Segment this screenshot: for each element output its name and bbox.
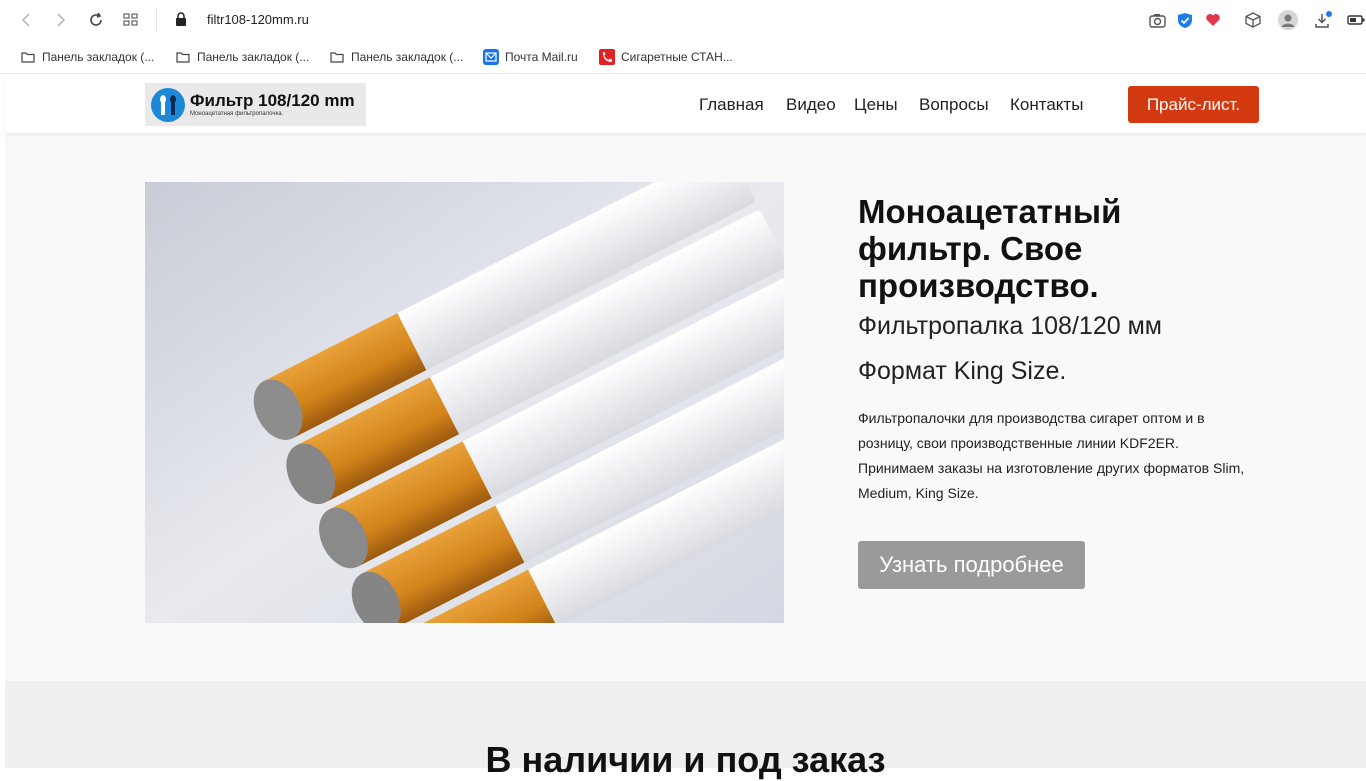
web-page: Фильтр 108/120 mm Моноацетатная фильтроп… xyxy=(5,75,1366,780)
logo-title: Фильтр 108/120 mm xyxy=(190,90,355,110)
back-icon[interactable] xyxy=(15,9,37,31)
nav-questions[interactable]: Вопросы xyxy=(919,95,989,115)
shield-icon[interactable] xyxy=(1175,10,1195,30)
heart-icon[interactable] xyxy=(1203,10,1223,30)
nav-contacts[interactable]: Контакты xyxy=(1010,95,1083,115)
nav-home[interactable]: Главная xyxy=(699,95,764,115)
downloads-icon[interactable] xyxy=(1313,10,1333,30)
site-logo[interactable]: Фильтр 108/120 mm Моноацетатная фильтроп… xyxy=(145,83,366,126)
tabs-grid-icon[interactable] xyxy=(120,9,142,31)
bookmark-folder-3[interactable]: Панель закладок (... xyxy=(329,49,463,65)
address-separator xyxy=(156,8,157,32)
hero-image-cigarettes xyxy=(145,182,784,623)
bookmark-label: Панель закладок (... xyxy=(197,50,310,64)
hero-subtitle-1: Фильтропалка 108/120 мм xyxy=(858,312,1162,340)
wrench-icon xyxy=(151,87,185,122)
bookmark-label: Почта Mail.ru xyxy=(505,50,578,64)
reload-icon[interactable] xyxy=(85,9,107,31)
learn-more-button[interactable]: Узнать подробнее xyxy=(858,541,1085,589)
screenshot-icon[interactable] xyxy=(1147,10,1167,30)
bookmark-label: Сигаретные СТАН... xyxy=(621,50,733,64)
folder-icon xyxy=(20,49,36,65)
bookmark-folder-1[interactable]: Панель закладок (... xyxy=(20,49,154,65)
bookmark-label: Панель закладок (... xyxy=(42,50,155,64)
profile-avatar-icon[interactable] xyxy=(1278,10,1298,30)
bookmarks-bar: Панель закладок (... Панель закладок (..… xyxy=(0,40,1366,74)
address-bar-url[interactable]: filtr108-120mm.ru xyxy=(207,12,309,27)
bookmark-cigarettes[interactable]: Сигаретные СТАН... xyxy=(599,49,733,65)
browser-toolbar: filtr108-120mm.ru xyxy=(0,0,1366,40)
extensions-box-icon[interactable] xyxy=(1243,10,1263,30)
lock-icon[interactable] xyxy=(176,12,186,26)
availability-section: В наличии и под заказ xyxy=(5,681,1366,780)
nav-prices[interactable]: Цены xyxy=(854,95,898,115)
bookmark-mail[interactable]: Почта Mail.ru xyxy=(483,49,578,65)
bookmark-folder-2[interactable]: Панель закладок (... xyxy=(175,49,309,65)
mail-icon xyxy=(483,49,499,65)
hero-description: Фильтропалочки для производства сигарет … xyxy=(858,410,1245,501)
hero-title: Моноацетатный фильтр. Свое производство. xyxy=(858,193,1122,304)
logo-subtitle: Моноацетатная фильтропалочка. xyxy=(190,110,284,117)
price-list-button[interactable]: Прайс-лист. xyxy=(1128,86,1259,123)
site-header: Фильтр 108/120 mm Моноацетатная фильтроп… xyxy=(5,75,1366,133)
folder-icon xyxy=(175,49,191,65)
battery-icon[interactable] xyxy=(1346,10,1366,30)
forward-icon[interactable] xyxy=(50,9,72,31)
nav-video[interactable]: Видео xyxy=(786,95,836,115)
folder-icon xyxy=(329,49,345,65)
hero-subtitle-2: Формат King Size. xyxy=(858,357,1067,385)
bookmark-label: Панель закладок (... xyxy=(351,50,464,64)
availability-section-title: В наличии и под заказ xyxy=(485,739,886,780)
phone-icon xyxy=(599,49,615,65)
